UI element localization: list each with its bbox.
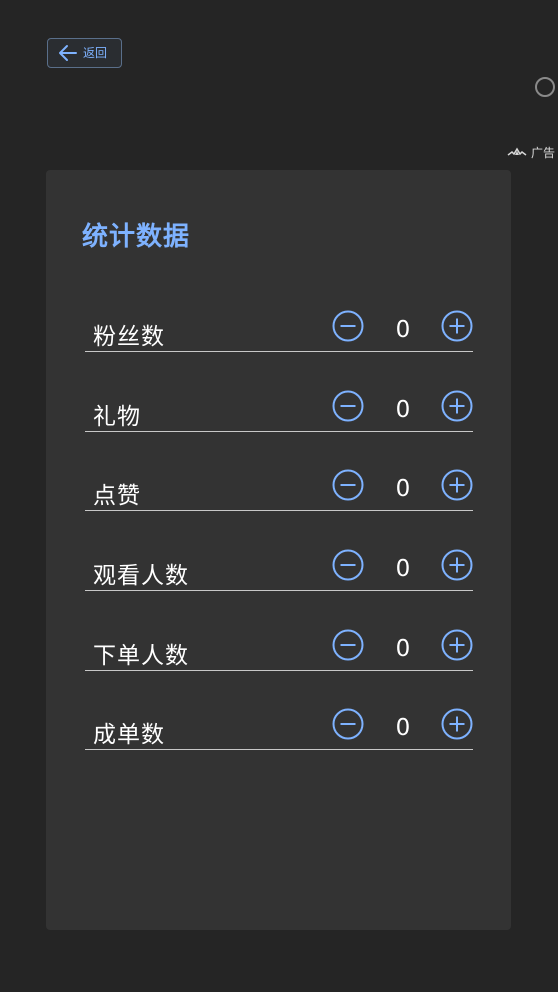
decrement-button[interactable] [332, 629, 364, 661]
decrement-button[interactable] [332, 310, 364, 342]
ad-label: 广告 [530, 146, 555, 160]
minus-circle-icon [332, 469, 364, 501]
increment-button[interactable] [441, 549, 473, 581]
stat-row-gifts: 礼物 0 [85, 389, 473, 432]
increment-button[interactable] [441, 708, 473, 740]
ad-badge: 广告 [507, 144, 555, 161]
back-button[interactable]: 返回 [47, 38, 122, 68]
stat-label: 观看人数 [93, 563, 189, 589]
stat-label: 粉丝数 [93, 324, 165, 350]
decrement-button[interactable] [332, 469, 364, 501]
stat-label: 下单人数 [93, 643, 189, 669]
stat-value: 0 [395, 476, 411, 502]
minus-circle-icon [332, 390, 364, 422]
stat-value: 0 [395, 556, 411, 582]
stat-value: 0 [395, 397, 411, 423]
stat-row-buyers: 下单人数 0 [85, 628, 473, 671]
stat-label: 点赞 [93, 483, 141, 509]
back-label: 返回 [83, 46, 108, 60]
plus-circle-icon [441, 629, 473, 661]
arrow-left-icon [57, 44, 77, 62]
stat-value: 0 [395, 715, 411, 741]
stat-row-viewers: 观看人数 0 [85, 548, 473, 591]
stat-label: 礼物 [93, 404, 141, 430]
ad-logo-icon [507, 146, 527, 160]
plus-circle-icon [441, 469, 473, 501]
stat-value: 0 [395, 317, 411, 343]
minus-circle-icon [332, 310, 364, 342]
decrement-button[interactable] [332, 549, 364, 581]
minus-circle-icon [332, 708, 364, 740]
plus-circle-icon [441, 390, 473, 422]
stat-value: 0 [395, 636, 411, 662]
stats-panel: 统计数据 粉丝数 0 礼物 0 点赞 0 观看人数 0 下单人数 0 成单数 0 [46, 170, 511, 930]
increment-button[interactable] [441, 469, 473, 501]
minus-circle-icon [332, 549, 364, 581]
increment-button[interactable] [441, 390, 473, 422]
panel-title: 统计数据 [82, 222, 191, 252]
stat-row-fans: 粉丝数 0 [85, 309, 473, 352]
stat-row-likes: 点赞 0 [85, 468, 473, 511]
minus-circle-icon [332, 629, 364, 661]
circle-icon[interactable] [535, 77, 555, 97]
increment-button[interactable] [441, 629, 473, 661]
plus-circle-icon [441, 310, 473, 342]
decrement-button[interactable] [332, 390, 364, 422]
increment-button[interactable] [441, 310, 473, 342]
plus-circle-icon [441, 708, 473, 740]
stat-row-orders: 成单数 0 [85, 707, 473, 750]
plus-circle-icon [441, 549, 473, 581]
stat-label: 成单数 [93, 722, 165, 748]
decrement-button[interactable] [332, 708, 364, 740]
